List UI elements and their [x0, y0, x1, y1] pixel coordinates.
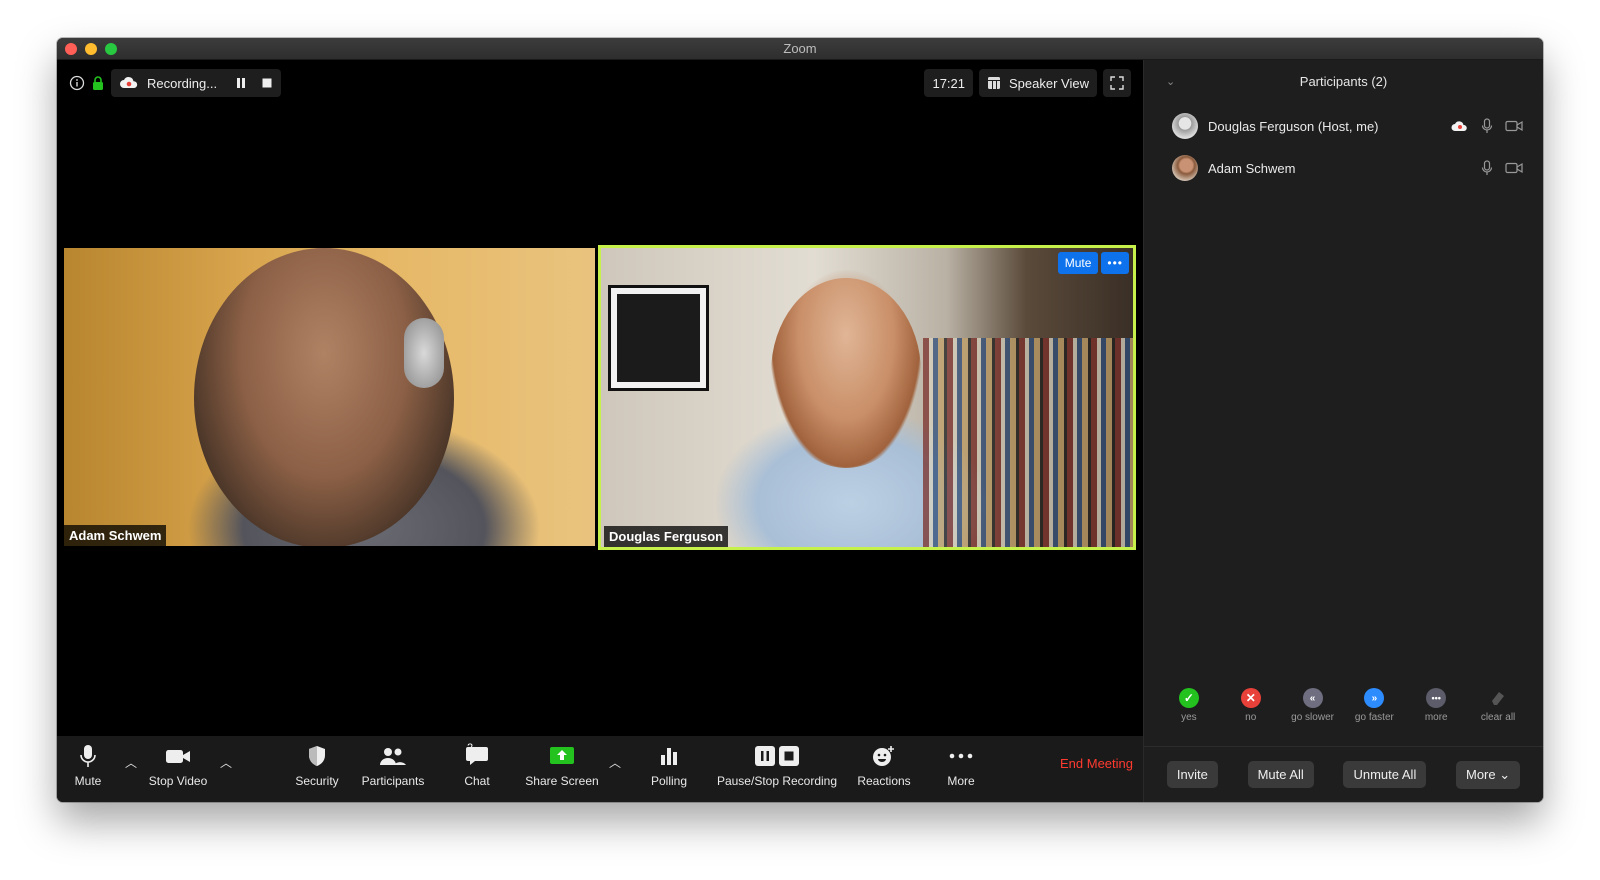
mic-icon[interactable] — [1481, 118, 1493, 134]
participant-name: Adam Schwem — [1208, 160, 1296, 176]
reaction-more-button[interactable]: ••• more — [1408, 688, 1464, 723]
speaker-view-button[interactable]: Speaker View — [979, 69, 1097, 97]
tile-name-label: Adam Schwem — [64, 525, 167, 546]
panel-more-label: More — [1466, 766, 1496, 782]
reaction-clear-all-button[interactable]: clear all — [1470, 688, 1526, 723]
shield-icon — [306, 744, 328, 768]
video-icon[interactable] — [1505, 162, 1523, 174]
chevron-down-icon: ⌄ — [1499, 766, 1511, 782]
recording-icon — [1451, 120, 1469, 132]
video-options-caret-icon[interactable]: ︿ — [216, 754, 236, 771]
participants-panel: ⌄ Participants (2) Douglas Ferguson (Hos… — [1143, 60, 1543, 802]
participants-panel-title: Participants (2) — [1299, 74, 1388, 89]
mic-icon[interactable] — [1481, 160, 1493, 176]
share-screen-button[interactable]: Share Screen — [502, 742, 622, 788]
video-tile-douglas-ferguson[interactable]: Mute ••• Douglas Ferguson — [598, 245, 1136, 550]
emoji-add-icon — [871, 744, 897, 768]
microphone-icon — [78, 743, 98, 769]
fullscreen-button[interactable] — [1103, 69, 1131, 97]
reaction-label: go slower — [1291, 712, 1334, 723]
mute-label: Mute — [74, 774, 102, 788]
bar-chart-icon — [658, 745, 680, 767]
tile-more-options-button[interactable]: ••• — [1101, 252, 1129, 274]
video-camera-icon — [164, 746, 192, 766]
reaction-label: yes — [1181, 712, 1197, 723]
video-icon[interactable] — [1505, 120, 1523, 132]
pause-stop-recording-label: Pause/Stop Recording — [716, 774, 838, 788]
encryption-lock-icon[interactable] — [91, 75, 105, 91]
recording-label: Recording... — [147, 75, 218, 91]
more-label: More — [947, 774, 975, 788]
ellipsis-icon: ••• — [1426, 688, 1447, 708]
panel-more-button[interactable]: More ⌄ — [1456, 760, 1521, 789]
reaction-go-faster-button[interactable]: » go faster — [1346, 688, 1402, 723]
more-button[interactable]: More — [901, 742, 1021, 788]
tile-name-label: Douglas Ferguson — [604, 526, 729, 547]
video-stage: Recording... 17:21 Speaker View Adam Sch… — [57, 60, 1143, 736]
video-tile-adam-schwem[interactable]: Adam Schwem — [64, 248, 595, 546]
people-icon — [379, 745, 407, 767]
rewind-icon: « — [1302, 688, 1323, 708]
participant-row[interactable]: Adam Schwem — [1172, 154, 1533, 182]
end-meeting-button[interactable]: End Meeting — [1060, 756, 1133, 771]
check-icon: ✓ — [1178, 688, 1199, 708]
chat-label: Chat — [464, 774, 490, 788]
tile-mute-button[interactable]: Mute — [1057, 252, 1099, 274]
avatar — [1172, 113, 1198, 139]
participants-panel-footer: Invite Mute All Unmute All More ⌄ — [1144, 746, 1543, 802]
stop-video-label: Stop Video — [148, 774, 208, 788]
share-screen-label: Share Screen — [525, 774, 599, 788]
fullscreen-icon — [1109, 75, 1125, 91]
participant-row[interactable]: Douglas Ferguson (Host, me) — [1172, 112, 1533, 140]
mute-all-button[interactable]: Mute All — [1247, 761, 1314, 788]
polling-label: Polling — [650, 774, 688, 788]
reaction-label: go faster — [1354, 712, 1394, 723]
stop-recording-icon[interactable] — [261, 77, 273, 89]
wall-picture-frame — [608, 285, 709, 391]
tile-actions: Mute ••• — [1057, 252, 1129, 274]
cloud-recording-icon — [119, 76, 139, 90]
chat-bubble-icon — [465, 745, 489, 767]
x-icon: ✕ — [1240, 688, 1261, 708]
window-title: Zoom — [783, 41, 817, 56]
ellipsis-icon — [949, 753, 973, 759]
grid-view-icon — [987, 76, 1001, 90]
reaction-label: no — [1245, 712, 1257, 723]
participants-label: Participants — [361, 774, 425, 788]
eraser-icon — [1488, 688, 1508, 708]
meeting-toolbar: Mute ︿ Stop Video ︿ Security 2 Participa… — [57, 736, 1143, 802]
reaction-no-button[interactable]: ✕ no — [1223, 688, 1279, 723]
invite-button[interactable]: Invite — [1166, 761, 1218, 788]
pause-recording-icon[interactable] — [235, 77, 247, 89]
reaction-label: more — [1424, 712, 1448, 723]
reaction-label: clear all — [1480, 712, 1516, 723]
fast-forward-icon: » — [1364, 688, 1385, 708]
share-screen-icon — [549, 745, 575, 767]
meeting-clock: 17:21 — [924, 69, 974, 97]
headset-earcup — [404, 318, 444, 388]
participant-status-icons — [1451, 118, 1523, 134]
reaction-yes-button[interactable]: ✓ yes — [1161, 688, 1217, 723]
info-icon[interactable] — [69, 75, 85, 91]
zoom-window: Zoom Recording... 17:21 Speaker View Ada… — [57, 38, 1543, 802]
participant-video-feed — [194, 248, 454, 546]
nonverbal-feedback-bar: ✓ yes ✕ no « go slower » go faster ••• m… — [1144, 688, 1543, 723]
pause-stop-icon — [755, 746, 799, 766]
recording-indicator: Recording... — [111, 69, 282, 97]
participant-status-icons — [1481, 160, 1523, 176]
participant-video-feed — [771, 278, 921, 468]
bookshelf — [923, 338, 1133, 547]
meeting-info-bar: Recording... — [69, 69, 282, 97]
title-bar: Zoom — [57, 38, 1543, 60]
participant-name: Douglas Ferguson (Host, me) — [1208, 118, 1379, 134]
unmute-all-button[interactable]: Unmute All — [1343, 761, 1427, 788]
speaker-view-label: Speaker View — [1009, 75, 1089, 91]
reaction-go-slower-button[interactable]: « go slower — [1285, 688, 1341, 723]
avatar — [1172, 155, 1198, 181]
view-controls: 17:21 Speaker View — [924, 69, 1131, 97]
